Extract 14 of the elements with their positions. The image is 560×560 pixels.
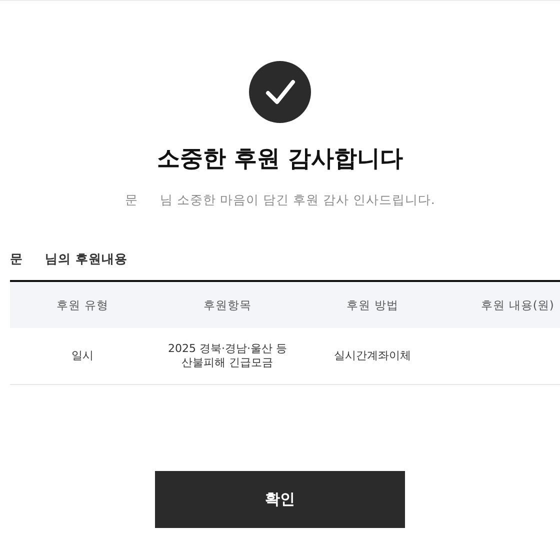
page-title: 소중한 후원 감사합니다 [156,145,403,174]
table-cell: 실시간계좌이체 [334,348,411,364]
column-header: 후원항목 [204,298,252,312]
table-cell: 일시 [72,348,94,364]
column-header: 후원 내용(원) [481,298,554,312]
donor-name: 문 [10,251,23,268]
section-heading: 님의 후원내용 [45,251,128,268]
column-header: 후원 방법 [346,298,398,312]
donor-name: 문 [125,192,138,209]
check-icon [249,61,311,123]
thanks-message: 님 소중한 마음이 담긴 후원 감사 인사드립니다. [160,192,435,209]
table-cell: 2025 경북·경남·울산 등 산불피해 긴급모금 [168,342,287,370]
confirm-button[interactable]: 확인 [155,471,405,528]
column-header: 후원 유형 [56,298,108,312]
